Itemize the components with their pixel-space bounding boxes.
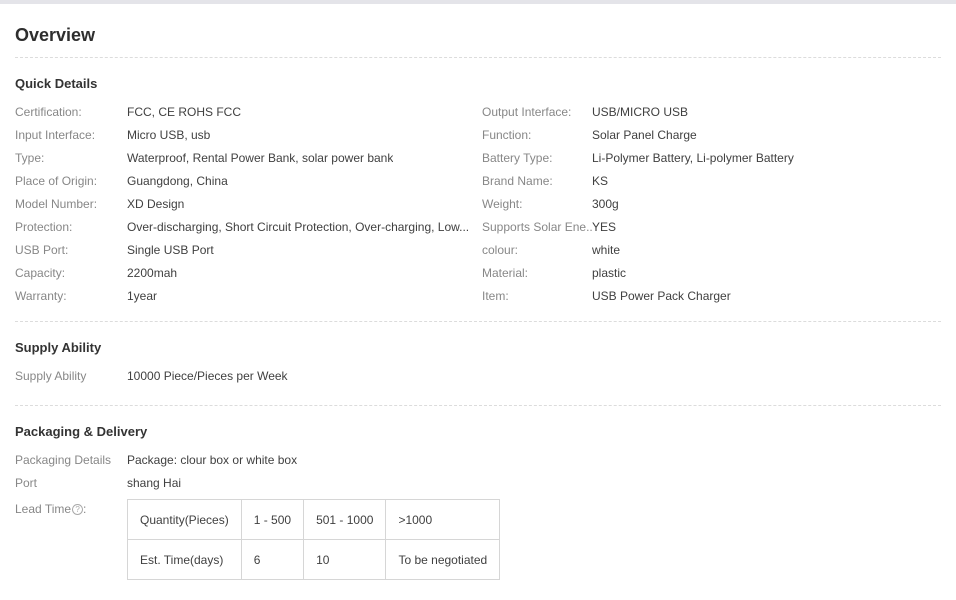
detail-label: Warranty: (15, 289, 127, 303)
detail-value: Waterproof, Rental Power Bank, solar pow… (127, 151, 393, 165)
detail-row: Protection: Over-discharging, Short Circ… (15, 215, 478, 238)
detail-value: Package: clour box or white box (127, 453, 297, 467)
lead-time-row: Lead Time?: Quantity(Pieces) 1 - 500 501… (15, 499, 941, 580)
table-cell: 6 (241, 540, 303, 580)
detail-label: Place of Origin: (15, 174, 127, 188)
detail-row: Capacity: 2200mah (15, 261, 478, 284)
lead-time-table: Quantity(Pieces) 1 - 500 501 - 1000 >100… (127, 499, 500, 580)
detail-label: Output Interface: (482, 105, 592, 119)
supply-ability-heading: Supply Ability (15, 340, 941, 356)
detail-row: Model Number: XD Design (15, 192, 478, 215)
section-divider (15, 321, 941, 322)
detail-value: 1year (127, 289, 157, 303)
quick-details-grid: Certification: FCC, CE ROHS FCC Input In… (15, 100, 941, 307)
quick-details-right-column: Output Interface: USB/MICRO USB Function… (478, 100, 941, 307)
detail-row: Brand Name: KS (482, 169, 941, 192)
detail-value: Guangdong, China (127, 174, 228, 188)
detail-value: FCC, CE ROHS FCC (127, 105, 241, 119)
detail-row: Port shang Hai (15, 471, 941, 494)
table-cell: >1000 (386, 500, 500, 540)
product-overview-panel: Overview Quick Details Certification: FC… (0, 23, 956, 600)
detail-label: Supply Ability (15, 369, 127, 383)
quick-details-heading: Quick Details (15, 76, 941, 92)
detail-label: Supports Solar Ene... (482, 220, 592, 234)
section-divider (15, 57, 941, 58)
detail-label: Protection: (15, 220, 127, 234)
detail-value: KS (592, 174, 608, 188)
packaging-rows: Packaging Details Package: clour box or … (15, 448, 941, 494)
detail-row: Certification: FCC, CE ROHS FCC (15, 100, 478, 123)
detail-label: Type: (15, 151, 127, 165)
detail-row: Function: Solar Panel Charge (482, 123, 941, 146)
detail-value: Micro USB, usb (127, 128, 210, 142)
lead-time-label: Lead Time?: (15, 499, 127, 516)
top-divider-strip (0, 0, 956, 4)
detail-value: Over-discharging, Short Circuit Protecti… (127, 220, 469, 234)
detail-value: YES (592, 220, 616, 234)
detail-label: Brand Name: (482, 174, 592, 188)
detail-label: Input Interface: (15, 128, 127, 142)
detail-row: Input Interface: Micro USB, usb (15, 123, 478, 146)
detail-row: Packaging Details Package: clour box or … (15, 448, 941, 471)
detail-value: Li-Polymer Battery, Li-polymer Battery (592, 151, 794, 165)
detail-row: Supports Solar Ene... YES (482, 215, 941, 238)
packaging-delivery-heading: Packaging & Delivery (15, 424, 941, 440)
detail-value: 2200mah (127, 266, 177, 280)
detail-row: Weight: 300g (482, 192, 941, 215)
detail-label: colour: (482, 243, 592, 257)
detail-row: USB Port: Single USB Port (15, 238, 478, 261)
detail-label: Weight: (482, 197, 592, 211)
detail-value: 300g (592, 197, 619, 211)
detail-row: Item: USB Power Pack Charger (482, 284, 941, 307)
bottom-spacer (15, 580, 941, 600)
table-cell: 1 - 500 (241, 500, 303, 540)
help-icon[interactable]: ? (72, 504, 83, 515)
detail-value: Single USB Port (127, 243, 214, 257)
detail-value: white (592, 243, 620, 257)
detail-value: Solar Panel Charge (592, 128, 697, 142)
section-divider (15, 405, 941, 406)
detail-row: Place of Origin: Guangdong, China (15, 169, 478, 192)
supply-ability-rows: Supply Ability 10000 Piece/Pieces per We… (15, 364, 941, 387)
detail-value: 10000 Piece/Pieces per Week (127, 369, 288, 383)
table-cell: To be negotiated (386, 540, 500, 580)
detail-row: Output Interface: USB/MICRO USB (482, 100, 941, 123)
detail-label: Model Number: (15, 197, 127, 211)
lead-time-colon: : (83, 502, 86, 516)
detail-row: Supply Ability 10000 Piece/Pieces per We… (15, 364, 941, 387)
detail-label: Packaging Details (15, 453, 127, 467)
detail-label: Port (15, 476, 127, 490)
detail-label: Battery Type: (482, 151, 592, 165)
detail-row: Warranty: 1year (15, 284, 478, 307)
table-cell: 10 (304, 540, 386, 580)
detail-label: USB Port: (15, 243, 127, 257)
detail-row: Battery Type: Li-Polymer Battery, Li-pol… (482, 146, 941, 169)
detail-value: shang Hai (127, 476, 181, 490)
detail-label: Certification: (15, 105, 127, 119)
detail-label: Material: (482, 266, 592, 280)
quick-details-left-column: Certification: FCC, CE ROHS FCC Input In… (15, 100, 478, 307)
detail-value: plastic (592, 266, 626, 280)
lead-time-table-value-row: Est. Time(days) 6 10 To be negotiated (128, 540, 500, 580)
detail-row: colour: white (482, 238, 941, 261)
table-cell: Est. Time(days) (128, 540, 242, 580)
detail-label: Function: (482, 128, 592, 142)
lead-time-label-text: Lead Time (15, 502, 71, 516)
table-cell: Quantity(Pieces) (128, 500, 242, 540)
detail-value: USB Power Pack Charger (592, 289, 731, 303)
detail-row: Type: Waterproof, Rental Power Bank, sol… (15, 146, 478, 169)
detail-label: Item: (482, 289, 592, 303)
lead-time-table-header-row: Quantity(Pieces) 1 - 500 501 - 1000 >100… (128, 500, 500, 540)
detail-value: USB/MICRO USB (592, 105, 688, 119)
detail-label: Capacity: (15, 266, 127, 280)
detail-row: Material: plastic (482, 261, 941, 284)
table-cell: 501 - 1000 (304, 500, 386, 540)
detail-value: XD Design (127, 197, 184, 211)
page-title: Overview (15, 23, 941, 47)
